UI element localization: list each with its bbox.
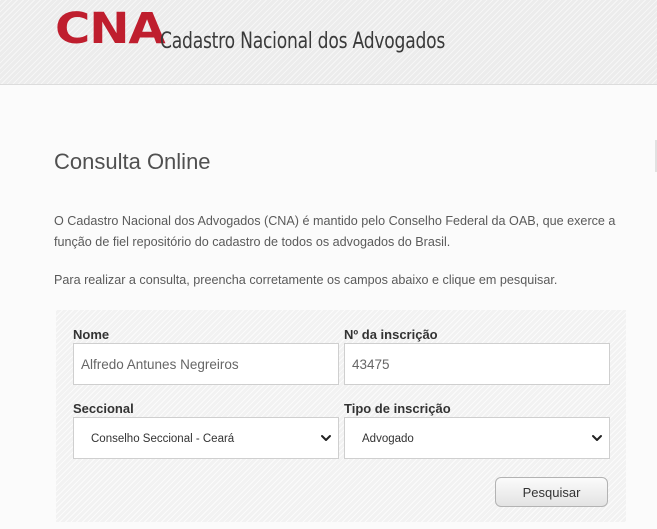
nome-label: Nome [73,327,110,342]
inscricao-input[interactable] [344,343,610,385]
tipo-inscricao-selected-value: Advogado [362,433,414,445]
intro-text: O Cadastro Nacional dos Advogados (CNA) … [54,214,616,249]
chevron-down-icon [592,435,602,441]
seccional-select[interactable]: Conselho Seccional - Ceará [73,417,339,459]
tipo-inscricao-select[interactable]: Advogado [344,417,610,459]
seccional-selected-value: Conselho Seccional - Ceará [91,433,235,445]
page-title: Consulta Online [54,149,211,174]
instructions-text: Para realizar a consulta, preencha corre… [54,273,558,287]
chevron-down-icon [321,435,331,441]
tipo-inscricao-label: Tipo de inscrição [344,401,451,416]
inscricao-label: Nº da inscrição [344,327,438,342]
site-header: CNA Cadastro Nacional dos Advogados [0,0,657,85]
cna-logo[interactable]: CNA [55,5,166,53]
search-button[interactable]: Pesquisar [495,477,608,507]
site-name: Cadastro Nacional dos Advogados [160,29,446,54]
nome-input[interactable] [73,343,339,385]
seccional-label: Seccional [73,401,134,416]
